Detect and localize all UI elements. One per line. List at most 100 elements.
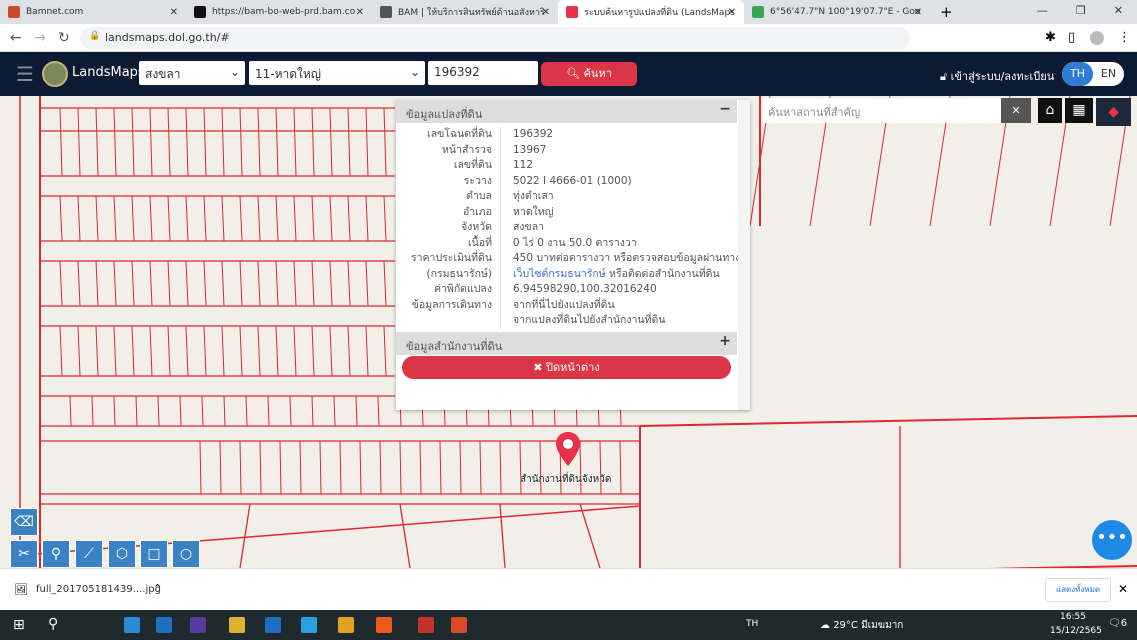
input-language[interactable]: TH (746, 619, 758, 629)
reload-icon[interactable]: ↻ (58, 30, 70, 46)
hamburger-icon[interactable]: ☰ (16, 62, 34, 86)
parcel-boundary (167, 325, 171, 377)
treasury-link[interactable]: เว็บไซต์กรมธนารักษ์ (513, 268, 606, 280)
notification-icon[interactable]: 🗨︎6 (1108, 618, 1127, 629)
browser-tab[interactable]: https://bam-bo-web-prd.bam.co ✕ (186, 0, 372, 24)
back-icon[interactable]: ← (10, 30, 22, 46)
parcel-boundary (275, 260, 279, 307)
menu-icon[interactable]: ⋮ (1118, 30, 1131, 45)
taskbar-app-icon[interactable] (265, 617, 281, 633)
layers-button[interactable]: ◆ (1096, 98, 1131, 126)
taskbar-app-icon[interactable] (190, 617, 206, 633)
taskbar-app-icon[interactable] (156, 617, 172, 633)
travel-label: ข้อมูลการเดินทาง (411, 298, 492, 311)
parcel-boundary (113, 325, 117, 377)
taskbar-app-icon[interactable] (229, 617, 245, 633)
maximize-button[interactable]: ❐ (1076, 4, 1086, 17)
url-input[interactable]: 🔒 landsmaps.dol.go.th/# (80, 27, 910, 49)
close-tab-icon[interactable]: ✕ (356, 7, 364, 18)
polygon-tool[interactable]: ⬡ (108, 540, 136, 568)
image-file-icon: 🖼︎ (14, 583, 28, 596)
browser-tab[interactable]: BAM | ให้บริการสินทรัพย์ด้านอสังหาริ ✕ (372, 0, 558, 24)
info-row: เนื้อที่ 0 ไร่ 0 งาน 50.0 ตารางวา (396, 235, 750, 251)
directions-to-parcel-link[interactable]: จากที่นี่ไปยังแปลงที่ดิน (500, 297, 615, 313)
info-label: ระวาง (463, 174, 492, 187)
parcel-boundary (293, 325, 297, 377)
download-item[interactable]: full_201705181439....jpg (36, 584, 161, 595)
office-section-header[interactable]: ข้อมูลสำนักงานที่ดิน + (396, 331, 737, 355)
address-bar-row: ← → ↻ 🔒 landsmaps.dol.go.th/# ✱ ▯ ⋮ (0, 24, 1137, 52)
browser-tab[interactable]: Bamnet.com ✕ (0, 0, 186, 24)
clear-search-button[interactable]: ✕ (1001, 98, 1031, 123)
show-all-button[interactable]: แสดงทั้งหมด (1045, 578, 1111, 602)
taskbar-app-icon[interactable] (124, 617, 140, 633)
close-window-button[interactable]: ✕ (1114, 4, 1123, 17)
parcel-boundary (113, 395, 116, 427)
line-tool[interactable]: ⟋ (75, 540, 103, 568)
price-source-label: (กรมธนารักษ์) (426, 267, 492, 280)
parcel-boundary (135, 395, 138, 427)
price-suffix: หรือติดต่อสำนักงานที่ดิน (605, 267, 720, 280)
close-tab-icon[interactable]: ✕ (542, 7, 550, 18)
parcel-boundary (203, 325, 207, 377)
parcel-boundary (311, 395, 314, 427)
taskbar-app-icon[interactable] (418, 617, 434, 633)
point-tool[interactable]: ⚲ (42, 540, 70, 568)
info-label: ตำบล (466, 190, 492, 202)
place-search-input[interactable]: ค้นหาสถานที่สำคัญ (763, 98, 1001, 123)
favicon-icon (380, 6, 392, 18)
search-icon[interactable]: ⚲ (48, 616, 58, 632)
profile-avatar[interactable] (1090, 30, 1104, 45)
popup-scrollbar[interactable] (738, 100, 750, 410)
coord-link[interactable]: 6.94598290,100.32016240 (500, 282, 657, 298)
province-select[interactable]: สงขลา ⌄ (139, 61, 245, 85)
minimize-button[interactable]: — (1037, 4, 1048, 17)
taskbar-app-icon[interactable] (301, 617, 317, 633)
info-value: ทุ่งตำเสา (500, 189, 554, 205)
close-popup-button[interactable]: ✖ ปิดหน้าต่าง (402, 356, 731, 379)
eraser-tool[interactable]: ⌫ (10, 508, 38, 536)
parcel-section-header[interactable]: ข้อมูลแปลงที่ดิน − (396, 100, 737, 123)
close-tab-icon[interactable]: ✕ (170, 7, 178, 18)
parcel-boundary (179, 395, 182, 427)
parcel-boundary (239, 503, 251, 568)
rectangle-tool[interactable]: □ (140, 540, 168, 568)
parcel-number-input[interactable]: 196392 (428, 61, 538, 85)
parcel-boundary (267, 395, 270, 427)
forward-icon[interactable]: → (34, 30, 46, 46)
lang-en-button[interactable]: EN (1093, 62, 1124, 86)
circle-tool[interactable]: ○ (172, 540, 200, 568)
taskbar-app-icon[interactable] (376, 617, 392, 633)
parcel-boundary (167, 195, 171, 242)
close-download-bar[interactable]: ✕ (1118, 582, 1128, 596)
parcel-boundary (149, 325, 153, 377)
home-button[interactable]: ⌂ (1038, 98, 1062, 123)
clock-time[interactable]: 16:55 (1060, 612, 1086, 622)
new-tab-button[interactable]: + (930, 0, 963, 24)
start-icon[interactable]: ⊞ (13, 617, 25, 633)
browser-tab[interactable]: ระบบค้นหารูปแปลงที่ดิน (LandsMaps ✕ (558, 0, 744, 24)
parcel-boundary (221, 195, 225, 242)
directions-to-office-link[interactable]: จากแปลงที่ดินไปยังสำนักงานที่ดิน (500, 313, 666, 329)
parcel-boundary (275, 195, 279, 242)
grid-button[interactable]: ▦ (1065, 98, 1093, 123)
parcel-boundary (203, 107, 207, 177)
district-select[interactable]: 11-หาดใหญ่ ⌄ (249, 61, 425, 85)
parcel-boundary (279, 440, 282, 495)
browser-tab[interactable]: 6°56'47.7"N 100°19'07.7"E - Goo ✕ (744, 0, 930, 24)
map-marker-icon[interactable] (556, 432, 580, 466)
login-link[interactable]: 🔓︎ เข้าสู่ระบบ/ลงทะเบียน (940, 67, 1054, 85)
clear-tool[interactable]: ✂ (10, 540, 38, 568)
search-button[interactable]: 🔍︎ ค้นหา (541, 62, 637, 86)
close-tab-icon[interactable]: ✕ (728, 7, 736, 18)
chevron-up-icon[interactable]: ⌃ (153, 582, 162, 595)
sidepanel-icon[interactable]: ▯ (1068, 30, 1075, 45)
more-button[interactable]: ••• (1092, 520, 1132, 560)
weather-widget[interactable]: ☁ 29°C มีเมฆมาก (820, 618, 903, 633)
lang-th-button[interactable]: TH (1062, 62, 1093, 86)
extensions-icon[interactable]: ✱ (1045, 30, 1056, 45)
taskbar-app-icon[interactable] (338, 617, 354, 633)
close-tab-icon[interactable]: ✕ (914, 7, 922, 18)
taskbar-app-icon[interactable] (451, 617, 467, 633)
clock-date[interactable]: 15/12/2565 (1050, 626, 1102, 636)
